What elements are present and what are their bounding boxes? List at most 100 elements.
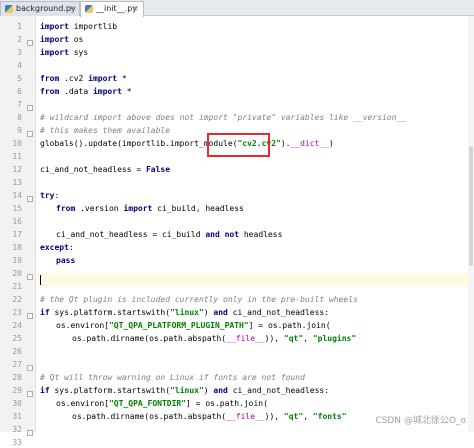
- line-number: 33: [12, 438, 22, 447]
- fold-marker-icon[interactable]: [27, 313, 33, 319]
- fold-marker-icon[interactable]: [27, 196, 33, 202]
- code-line: os.path.dirname(os.path.abspath(__file__…: [72, 412, 347, 422]
- line-number-gutter: 1 2 3 4 5 6 7 8 9 10 11 12 13 14 15 16 1…: [0, 16, 36, 447]
- keyword: and: [213, 308, 228, 317]
- line-number: 22: [12, 295, 22, 304]
- keyword: and: [205, 230, 220, 239]
- line-number: 31: [12, 412, 22, 421]
- keyword: import: [88, 74, 118, 83]
- fold-marker-icon[interactable]: [27, 391, 33, 397]
- code-line: ci_and_not_headless = ci_build and not h…: [56, 230, 282, 240]
- code-text: os.path.dirname(os.path.abspath(: [72, 412, 227, 421]
- text-caret: [40, 275, 41, 285]
- tab-label: background.py: [16, 4, 76, 13]
- comment-line: # Qt will throw warning on Linux if font…: [40, 373, 305, 382]
- fold-marker-icon[interactable]: [27, 131, 33, 137]
- code-text: )),: [264, 412, 284, 421]
- code-line: globals().update(importlib.import_module…: [40, 139, 334, 149]
- code-text: os.path.dirname(os.path.abspath(: [72, 334, 227, 343]
- line-number: 9: [17, 126, 22, 135]
- keyword: import: [92, 87, 122, 96]
- code-text: ci_and_not_headless:: [227, 386, 330, 395]
- line-number: 17: [12, 230, 22, 239]
- keyword: from: [56, 204, 76, 213]
- editor-tab-bar: background.py × __init__.py ×: [0, 0, 474, 17]
- fold-marker-icon[interactable]: [27, 274, 33, 280]
- code-text: *: [121, 87, 132, 96]
- code-text: sys: [68, 48, 89, 57]
- tab-init-py[interactable]: __init__.py ×: [80, 1, 144, 17]
- tab-label: __init__.py: [96, 4, 138, 13]
- code-text: ] = os.path.join(: [248, 321, 331, 330]
- fold-marker-icon[interactable]: [27, 40, 33, 46]
- vertical-scrollbar[interactable]: [468, 16, 474, 432]
- code-text: sys.platform.startswith(: [49, 308, 171, 317]
- keyword: not: [224, 230, 240, 239]
- line-number: 26: [12, 347, 22, 356]
- line-number: 1: [17, 22, 22, 31]
- code-text: ci_and_not_headless =: [40, 165, 146, 174]
- code-text: os.environ[: [56, 399, 109, 408]
- dunder-name: __file__: [226, 412, 265, 421]
- close-icon[interactable]: ×: [132, 2, 139, 16]
- line-number: 12: [12, 165, 22, 174]
- keyword: except: [40, 243, 69, 252]
- line-number: 7: [17, 100, 22, 109]
- string-literal: "QT_QPA_FONTDIR": [108, 399, 187, 408]
- keyword: import: [123, 204, 153, 213]
- keyword: import: [40, 48, 69, 57]
- code-line: from .version import ci_build, headless: [56, 204, 244, 214]
- scrollbar-thumb[interactable]: [469, 146, 473, 266]
- line-number: 29: [12, 386, 22, 395]
- keyword: if: [40, 308, 50, 317]
- line-number: 20: [12, 269, 22, 278]
- code-text: ): [203, 386, 214, 395]
- line-number: 2: [17, 35, 22, 44]
- fold-marker-icon[interactable]: [27, 430, 33, 436]
- code-line: if sys.platform.startswith("linux") and …: [40, 386, 329, 396]
- python-file-icon: [85, 5, 93, 13]
- keyword: from: [40, 74, 60, 83]
- code-text: os: [68, 35, 84, 44]
- code-text: .version: [75, 204, 124, 213]
- code-line: os.environ["QT_QPA_FONTDIR"] = os.path.j…: [56, 399, 268, 409]
- fold-marker-icon[interactable]: [27, 105, 33, 111]
- code-text: :: [68, 243, 74, 252]
- code-text: os.environ[: [56, 321, 109, 330]
- code-line: pass: [56, 256, 75, 266]
- fold-marker-icon[interactable]: [27, 365, 33, 371]
- close-icon[interactable]: ×: [68, 2, 75, 16]
- code-text: ci_and_not_headless:: [227, 308, 330, 317]
- string-literal: "qt": [283, 334, 304, 343]
- code-text: ] = os.path.join(: [186, 399, 268, 408]
- line-number: 6: [17, 87, 22, 96]
- line-number: 25: [12, 334, 22, 343]
- line-number: 27: [12, 360, 22, 369]
- string-literal: "plugins": [312, 334, 357, 343]
- code-text: ,: [303, 412, 313, 421]
- watermark: CSDN @城北徐公O_o: [375, 416, 466, 426]
- code-text: :: [54, 191, 60, 200]
- keyword: from: [40, 87, 60, 96]
- code-text: ): [329, 139, 334, 148]
- line-number: 24: [12, 321, 22, 330]
- code-text: )),: [264, 334, 284, 343]
- string-literal: "linux": [170, 308, 204, 317]
- python-file-icon: [5, 5, 13, 13]
- code-line: import importlib: [40, 22, 117, 32]
- keyword: and: [213, 386, 228, 395]
- string-literal: "linux": [170, 386, 204, 395]
- line-number: 15: [12, 204, 22, 213]
- line-number: 32: [12, 425, 22, 434]
- code-line: import sys: [40, 48, 88, 58]
- dunder-name: __dict__: [290, 139, 330, 148]
- line-number: 5: [17, 74, 22, 83]
- keyword: False: [145, 165, 171, 174]
- code-line: from .data import *: [40, 87, 132, 97]
- tab-background-py[interactable]: background.py ×: [0, 1, 80, 16]
- line-number: 3: [17, 48, 22, 57]
- highlight-annotation-box: [207, 133, 270, 157]
- code-editor[interactable]: import importlib import os import sys fr…: [36, 16, 474, 432]
- code-line: ci_and_not_headless = False: [40, 165, 170, 175]
- code-text: sys.platform.startswith(: [49, 386, 171, 395]
